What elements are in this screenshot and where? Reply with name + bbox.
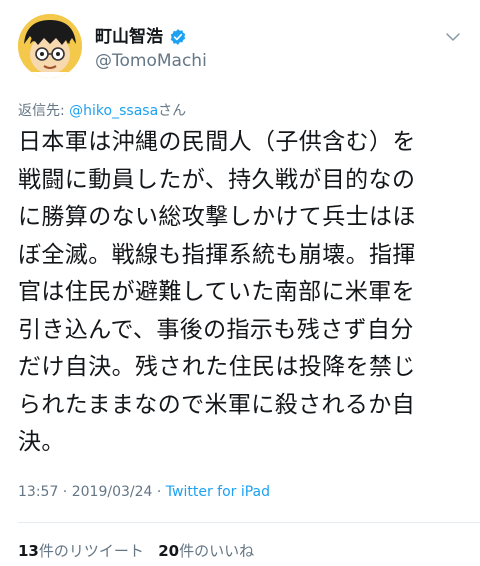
cartoon-avatar-icon xyxy=(18,14,82,78)
verified-badge-icon xyxy=(170,29,186,45)
like-count: 20 xyxy=(158,542,180,560)
chevron-down-icon[interactable] xyxy=(444,28,462,46)
tweet-time[interactable]: 13:57 xyxy=(18,484,58,500)
divider xyxy=(18,522,480,523)
tweet-source-link[interactable]: Twitter for iPad xyxy=(166,484,270,500)
author-handle[interactable]: @TomoMachi xyxy=(95,50,207,72)
tweet-header: 町山智浩 @TomoMachi xyxy=(18,14,462,84)
like-stat[interactable]: 20件のいいね xyxy=(158,542,254,560)
like-label: 件のいいね xyxy=(179,542,255,560)
reply-mention-link[interactable]: @hiko_ssasa xyxy=(69,103,158,119)
retweet-stat[interactable]: 13件のリツイート xyxy=(18,542,144,560)
author-display-name-row[interactable]: 町山智浩 xyxy=(95,26,207,48)
retweet-count: 13 xyxy=(18,542,39,560)
reply-suffix: さん xyxy=(158,103,187,119)
meta-separator: · xyxy=(58,484,72,500)
tweet-meta: 13:57 · 2019/03/24 · Twitter for iPad xyxy=(18,484,270,500)
tweet-date[interactable]: 2019/03/24 xyxy=(72,484,153,500)
author-display-name[interactable]: 町山智浩 xyxy=(95,26,163,48)
retweet-label: 件のリツイート xyxy=(38,542,144,560)
tweet-text: 日本軍は沖縄の民間人（子供含む）を 戦闘に動員したが、持久戦が目的なの に勝算の… xyxy=(18,129,416,455)
meta-separator-2: · xyxy=(152,484,166,500)
reply-to-line: 返信先: @hiko_ssasaさん xyxy=(18,100,186,120)
author-names: 町山智浩 @TomoMachi xyxy=(95,26,207,72)
avatar[interactable] xyxy=(18,14,82,78)
tweet-stats: 13件のリツイート 20件のいいね xyxy=(18,540,254,561)
reply-label: 返信先: xyxy=(18,103,70,119)
